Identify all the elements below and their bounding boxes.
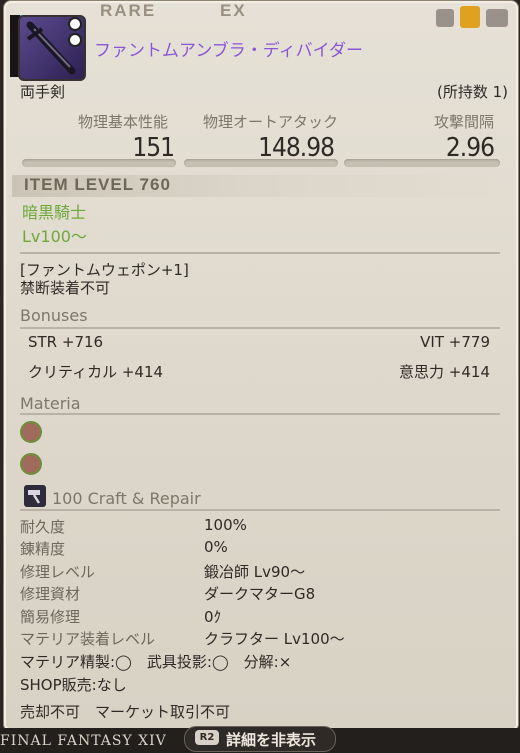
level-requirement: Lv100〜 [22, 227, 87, 246]
phys-base-bar [22, 159, 176, 167]
bonus-str: STR +716 [28, 333, 104, 351]
bonus-vit: VIT +779 [420, 333, 490, 351]
auto-attack-label: 物理オートアタック [203, 113, 339, 131]
bonus-det: 意思力 +414 [399, 363, 490, 381]
delay-label: 攻撃間隔 [434, 113, 495, 131]
craft-row-value: 鍛冶師 Lv90〜 [204, 563, 306, 581]
bonus-crit: クリティカル +414 [28, 363, 164, 381]
toggle-details-label: 詳細を非表示 [226, 731, 317, 749]
materia-slot-icon[interactable] [20, 421, 42, 443]
slot-indicator-icon [68, 17, 82, 31]
craft-row-value: 100% [204, 516, 247, 534]
shop-sale: SHOP販売:なし [20, 676, 127, 694]
craft-row-label: 修理資材 [20, 585, 81, 603]
item-name: ファントムアンブラ・ディバイダー [94, 41, 363, 61]
divider [20, 252, 500, 254]
storage-icon [486, 9, 508, 27]
craft-row-label: マテリア装着レベル [20, 630, 156, 648]
materia-slot-icon[interactable] [20, 453, 42, 475]
item-type: 両手剣 [20, 83, 66, 101]
item-level: ITEM LEVEL 760 [24, 175, 171, 194]
divider [20, 327, 500, 329]
craft-row-label: 修理レベル [20, 563, 96, 581]
materia-title: Materia [20, 394, 81, 413]
craft-row-value: 0% [204, 538, 228, 556]
plus-icon [436, 9, 454, 27]
rare-tag: RARE [100, 1, 157, 20]
job-name: 暗黒騎士 [22, 203, 87, 222]
trade-restriction: 売却不可 マーケット取引不可 [20, 703, 231, 721]
slot-indicator-icon [68, 33, 82, 47]
divider [20, 413, 500, 415]
craft-row-label: 簡易修理 [20, 608, 81, 626]
r2-key-icon: R2 [195, 730, 219, 745]
craft-row-label: 錬精度 [20, 540, 66, 558]
craft-row-value: ダークマターG8 [204, 585, 316, 603]
owned-count: (所持数 1) [436, 83, 508, 101]
bonuses-title: Bonuses [20, 306, 88, 325]
ex-tag: EX [220, 1, 247, 20]
craft-row-value: クラフター Lv100〜 [204, 630, 345, 648]
craft-flags: マテリア精製:◯ 武具投影:◯ 分解:× [20, 653, 292, 671]
game-logo: FINAL FANTASY XIV [0, 733, 167, 749]
craft-row-label: 耐久度 [20, 518, 66, 536]
craft-title: 100 Craft & Repair [52, 489, 201, 508]
restriction-label: 禁断装着不可 [20, 279, 111, 297]
delay-bar [344, 159, 500, 167]
auto-attack-bar [184, 159, 338, 167]
phys-base-label: 物理基本性能 [78, 113, 169, 131]
divider [20, 509, 500, 511]
hand-icon [460, 6, 480, 28]
hammer-icon [24, 485, 46, 507]
craft-row-value: 0ｸ [204, 608, 222, 626]
item-tooltip-panel: RARE EX ファントムアンブラ・ディバイダー 両手剣 (所持数 1) 物理基… [3, 0, 519, 732]
item-level-banner: ITEM LEVEL 760 [12, 175, 502, 197]
